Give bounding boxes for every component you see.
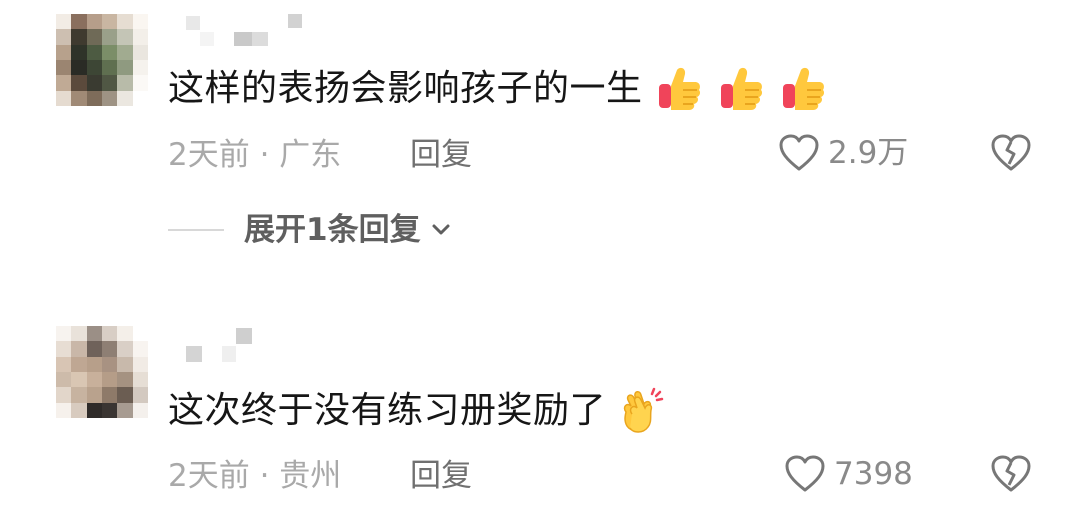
comment-meta: 2天前 · 贵州 bbox=[168, 458, 342, 494]
avatar[interactable] bbox=[56, 326, 148, 418]
avatar[interactable] bbox=[56, 14, 148, 106]
like-button[interactable]: 7398 bbox=[784, 454, 913, 494]
username-redacted[interactable] bbox=[186, 328, 252, 362]
comment-text: 这样的表扬会影响孩子的一生 bbox=[168, 64, 827, 114]
thumbs-up-icon bbox=[720, 67, 762, 110]
dislike-button[interactable] bbox=[990, 133, 1032, 177]
like-count: 2.9万 bbox=[828, 135, 909, 171]
thumbs-up-icon bbox=[782, 67, 824, 110]
expand-replies-button[interactable]: 展开1条回复 bbox=[168, 210, 453, 250]
like-button[interactable]: 2.9万 bbox=[778, 133, 908, 173]
like-count: 7398 bbox=[834, 456, 913, 492]
broken-heart-icon bbox=[991, 455, 1031, 492]
reply-button[interactable]: 回复 bbox=[410, 456, 472, 496]
expand-replies-label: 展开1条回复 bbox=[244, 212, 421, 248]
username-redacted[interactable] bbox=[186, 14, 302, 46]
heart-outline-icon bbox=[785, 455, 825, 492]
clapping-hands-icon bbox=[623, 387, 664, 433]
broken-heart-icon bbox=[991, 134, 1031, 171]
thumbs-up-icon bbox=[658, 67, 700, 110]
heart-outline-icon bbox=[779, 134, 819, 171]
reply-button[interactable]: 回复 bbox=[410, 135, 472, 175]
divider-line bbox=[168, 229, 224, 231]
dislike-button[interactable] bbox=[990, 454, 1032, 498]
comment-meta: 2天前 · 广东 bbox=[168, 137, 342, 173]
chevron-down-icon bbox=[432, 224, 450, 235]
comment-text: 这次终于没有练习册奖励了 bbox=[168, 386, 666, 436]
